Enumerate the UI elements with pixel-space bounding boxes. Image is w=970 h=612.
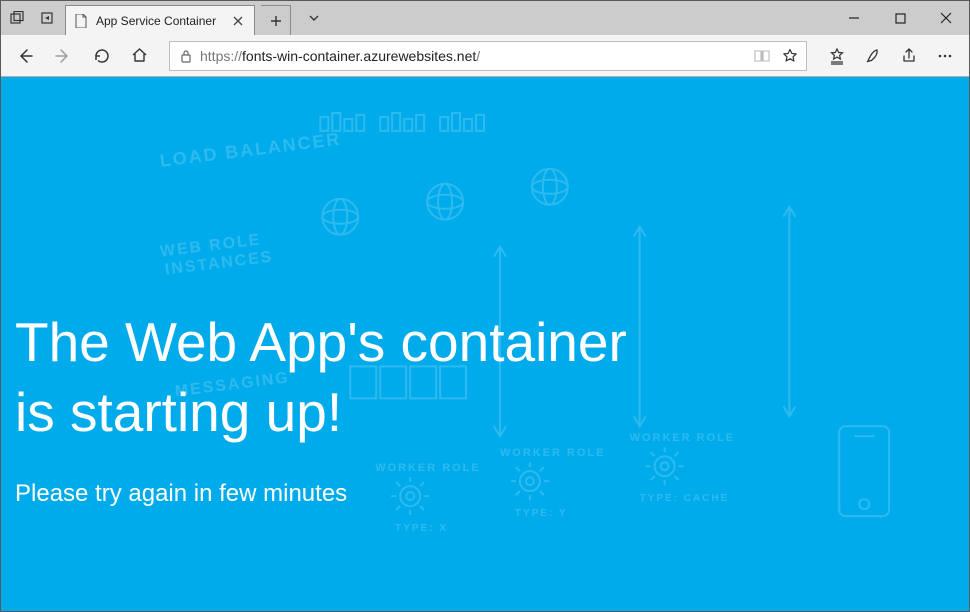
- more-menu-icon[interactable]: [927, 38, 963, 74]
- url-text: https://fonts-win-container.azurewebsite…: [196, 48, 752, 64]
- svg-text:TYPE: X: TYPE: X: [395, 523, 448, 534]
- heading-line-2: is starting up!: [15, 381, 342, 443]
- lock-icon: [176, 49, 196, 63]
- refresh-button[interactable]: [83, 38, 119, 74]
- url-protocol: https://: [200, 48, 242, 64]
- page-content: LOAD BALANCER WEB ROLE INSTANCES MESSAGI…: [1, 77, 969, 611]
- page-icon: [74, 14, 88, 28]
- page-subtext: Please try again in few minutes: [15, 480, 949, 508]
- address-bar-actions: [752, 48, 800, 64]
- browser-toolbar: https://fonts-win-container.azurewebsite…: [1, 35, 969, 77]
- url-path: /: [476, 48, 480, 64]
- favorites-list-icon[interactable]: [819, 38, 855, 74]
- browser-tab-active[interactable]: App Service Container: [65, 5, 255, 35]
- tab-actions-icon[interactable]: [5, 1, 29, 35]
- minimize-button[interactable]: [831, 1, 877, 35]
- address-bar[interactable]: https://fonts-win-container.azurewebsite…: [169, 41, 807, 71]
- url-domain: fonts-win-container.azurewebsites.net: [242, 48, 476, 64]
- new-tab-button[interactable]: [261, 5, 291, 35]
- notes-icon[interactable]: [855, 38, 891, 74]
- close-tab-icon[interactable]: [230, 13, 246, 29]
- favorite-star-icon[interactable]: [780, 48, 800, 64]
- forward-button[interactable]: [45, 38, 81, 74]
- share-icon[interactable]: [891, 38, 927, 74]
- window-titlebar: App Service Container: [1, 1, 969, 35]
- back-button[interactable]: [7, 38, 43, 74]
- home-button[interactable]: [121, 38, 157, 74]
- tab-title: App Service Container: [96, 14, 222, 28]
- maximize-button[interactable]: [877, 1, 923, 35]
- toolbar-right: [819, 38, 963, 74]
- close-window-button[interactable]: [923, 1, 969, 35]
- hero: The Web App's container is starting up! …: [1, 77, 969, 508]
- reading-view-icon[interactable]: [752, 49, 772, 63]
- svg-text:TYPE: Y: TYPE: Y: [515, 508, 568, 519]
- page-heading: The Web App's container is starting up!: [15, 307, 949, 448]
- window-controls: [831, 1, 969, 35]
- heading-line-1: The Web App's container: [15, 311, 627, 373]
- set-aside-tabs-icon[interactable]: [35, 1, 59, 35]
- tab-menu-chevron-icon[interactable]: [297, 11, 331, 25]
- titlebar-left: App Service Container: [1, 1, 331, 35]
